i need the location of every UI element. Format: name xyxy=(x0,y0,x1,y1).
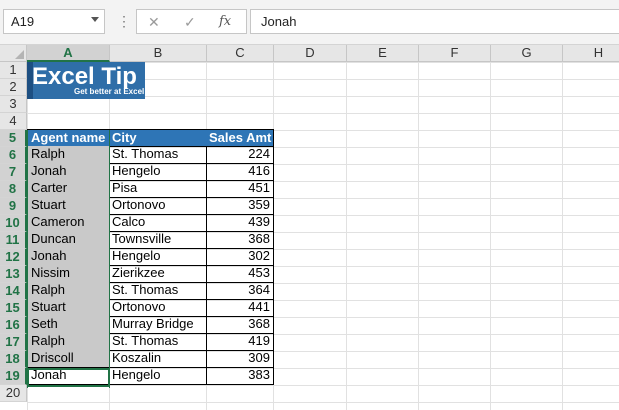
table-cell[interactable]: Murray Bridge xyxy=(109,316,207,334)
table-header-cell[interactable]: Agent name xyxy=(27,129,110,147)
table-cell[interactable]: St. Thomas xyxy=(109,146,207,164)
formula-bar: A19 ⋮ ✕ ✓ fx Jonah xyxy=(0,0,619,45)
row-header-10[interactable]: 10 xyxy=(0,215,27,232)
row-header-13[interactable]: 13 xyxy=(0,266,27,283)
table-header-cell[interactable]: Sales Amt xyxy=(206,129,274,147)
table-cell[interactable]: Zierikzee xyxy=(109,265,207,283)
row-header-18[interactable]: 18 xyxy=(0,351,27,368)
formula-buttons: ✕ ✓ fx xyxy=(136,9,247,34)
name-box[interactable]: A19 xyxy=(3,9,105,34)
row-header-5[interactable]: 5 xyxy=(0,130,27,147)
table-cell[interactable]: Seth xyxy=(27,316,110,334)
table-cell[interactable]: 309 xyxy=(206,350,274,368)
table-cell[interactable]: 368 xyxy=(206,231,274,249)
table-cell[interactable]: St. Thomas xyxy=(109,282,207,300)
column-header-e[interactable]: E xyxy=(347,45,419,62)
table-cell[interactable]: 416 xyxy=(206,163,274,181)
more-icon: ⋮ xyxy=(117,13,131,29)
grid-column-line xyxy=(346,62,347,410)
table-cell[interactable]: Hengelo xyxy=(109,248,207,266)
row-header-14[interactable]: 14 xyxy=(0,283,27,300)
table-cell[interactable]: 368 xyxy=(206,316,274,334)
row-header-8[interactable]: 8 xyxy=(0,181,27,198)
table-cell[interactable]: Cameron xyxy=(27,214,110,232)
column-header-h[interactable]: H xyxy=(563,45,619,62)
table-header-cell[interactable]: City xyxy=(109,129,207,147)
table-cell[interactable]: 453 xyxy=(206,265,274,283)
row-header-12[interactable]: 12 xyxy=(0,249,27,266)
logo-tagline: Get better at Excel xyxy=(74,87,145,96)
table-cell[interactable]: 364 xyxy=(206,282,274,300)
table-cell[interactable]: Calco xyxy=(109,214,207,232)
excel-tip-logo: Excel Tip Get better at Excel xyxy=(27,62,145,99)
column-header-f[interactable]: F xyxy=(419,45,491,62)
table-cell[interactable]: Jonah xyxy=(27,248,110,266)
row-header-11[interactable]: 11 xyxy=(0,232,27,249)
row-header-17[interactable]: 17 xyxy=(0,334,27,351)
row-header-6[interactable]: 6 xyxy=(0,147,27,164)
table-cell[interactable]: 419 xyxy=(206,333,274,351)
table-cell[interactable]: Townsville xyxy=(109,231,207,249)
table-cell[interactable]: Ralph xyxy=(27,333,110,351)
table-cell[interactable]: Koszalin xyxy=(109,350,207,368)
column-header-c[interactable]: C xyxy=(207,45,274,62)
column-header-d[interactable]: D xyxy=(274,45,347,62)
row-header-1[interactable]: 1 xyxy=(0,62,27,79)
row-header-4[interactable]: 4 xyxy=(0,113,27,130)
table-cell[interactable]: Ortonovo xyxy=(109,299,207,317)
active-cell-selection xyxy=(27,368,110,387)
grid-column-line xyxy=(562,62,563,410)
table-cell[interactable]: 383 xyxy=(206,367,274,385)
row-header-20[interactable]: 20 xyxy=(0,385,27,402)
enter-icon[interactable]: ✓ xyxy=(184,13,196,31)
table-cell[interactable]: Hengelo xyxy=(109,367,207,385)
table-cell[interactable]: 441 xyxy=(206,299,274,317)
chevron-down-icon[interactable] xyxy=(91,17,99,22)
row-header-2[interactable]: 2 xyxy=(0,79,27,96)
table-cell[interactable]: Stuart xyxy=(27,197,110,215)
name-box-value: A19 xyxy=(11,14,35,29)
cancel-icon[interactable]: ✕ xyxy=(148,13,160,31)
row-header-7[interactable]: 7 xyxy=(0,164,27,181)
table-cell[interactable]: Hengelo xyxy=(109,163,207,181)
table-cell[interactable]: Duncan xyxy=(27,231,110,249)
row-header-16[interactable]: 16 xyxy=(0,317,27,334)
row-header-15[interactable]: 15 xyxy=(0,300,27,317)
table-cell[interactable]: 359 xyxy=(206,197,274,215)
table-cell[interactable]: Nissim xyxy=(27,265,110,283)
column-header-b[interactable]: B xyxy=(110,45,207,62)
table-cell[interactable]: Jonah xyxy=(27,163,110,181)
table-cell[interactable]: Ralph xyxy=(27,282,110,300)
table-cell[interactable]: Pisa xyxy=(109,180,207,198)
table-cell[interactable]: 439 xyxy=(206,214,274,232)
column-header-g[interactable]: G xyxy=(491,45,563,62)
select-all-button[interactable] xyxy=(0,45,27,62)
table-cell[interactable]: Stuart xyxy=(27,299,110,317)
table-cell[interactable]: 224 xyxy=(206,146,274,164)
table-cell[interactable]: 451 xyxy=(206,180,274,198)
table-cell[interactable]: Ortonovo xyxy=(109,197,207,215)
column-header-a[interactable]: A xyxy=(27,45,110,62)
insert-function-icon[interactable]: fx xyxy=(219,13,231,31)
grid-column-line xyxy=(418,62,419,410)
grid-column-line xyxy=(490,62,491,410)
table-cell[interactable]: 302 xyxy=(206,248,274,266)
table-cell[interactable]: Ralph xyxy=(27,146,110,164)
row-header-9[interactable]: 9 xyxy=(0,198,27,215)
table-cell[interactable]: Driscoll xyxy=(27,350,110,368)
row-header-3[interactable]: 3 xyxy=(0,96,27,113)
formula-input[interactable]: Jonah xyxy=(250,9,619,34)
table-cell[interactable]: Carter xyxy=(27,180,110,198)
table-cell[interactable]: St. Thomas xyxy=(109,333,207,351)
row-header-19[interactable]: 19 xyxy=(0,368,27,385)
